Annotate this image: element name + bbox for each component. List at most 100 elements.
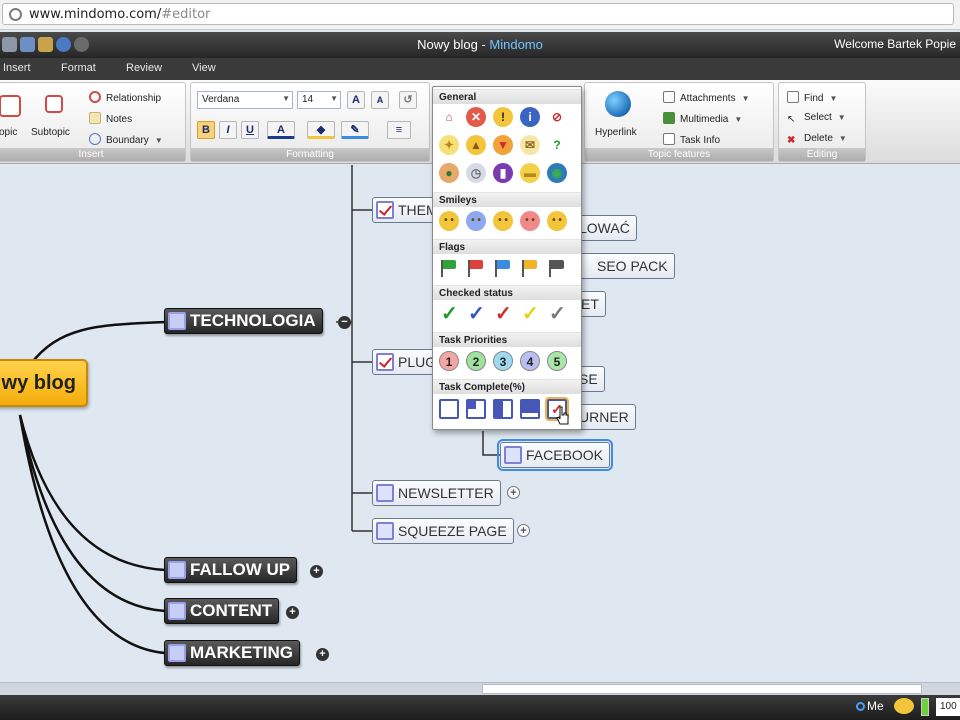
line-color-button[interactable]: ✎	[341, 121, 369, 139]
tab-view[interactable]: View	[192, 62, 216, 74]
expand-toggle[interactable]: +	[316, 648, 329, 661]
expand-toggle[interactable]: +	[286, 606, 299, 619]
fill-color-button[interactable]: ◆	[307, 121, 335, 139]
horizontal-scrollbar[interactable]	[0, 682, 960, 695]
topic-button[interactable]: opic	[0, 127, 17, 138]
font-size-select[interactable]: 14 ▼	[297, 91, 341, 109]
boundary-button[interactable]: Boundary ▼	[89, 133, 163, 146]
priority-5-icon[interactable]: 5	[547, 351, 567, 371]
film-icon	[663, 112, 675, 124]
smiley-icon[interactable]: • •	[466, 211, 486, 231]
home-icon[interactable]: ⌂	[439, 107, 459, 127]
thumbs-down-icon[interactable]: ▼	[493, 135, 513, 155]
thumbs-up-icon[interactable]: ▲	[466, 135, 486, 155]
topic-features-group-label: Topic features	[585, 148, 773, 161]
underline-button[interactable]: U	[241, 121, 259, 139]
stop-icon[interactable]: ✕	[466, 107, 486, 127]
url-text: www.mindomo.com/#editor	[29, 7, 211, 22]
shrink-font-button[interactable]: A	[371, 91, 389, 109]
question-icon[interactable]: ?	[547, 135, 567, 155]
topic-fallow-up[interactable]: FALLOW UP	[164, 557, 298, 583]
multimedia-button[interactable]: Multimedia ▼	[663, 112, 742, 125]
checkmark-icon[interactable]: ✓	[522, 304, 539, 324]
tab-format[interactable]: Format	[61, 62, 96, 74]
relationship-button[interactable]: Relationship	[89, 91, 161, 104]
hand-cursor-icon	[556, 406, 569, 425]
task-info-button[interactable]: Task Info	[663, 133, 720, 146]
flag-icon[interactable]	[439, 259, 457, 277]
smiley-icon[interactable]: • •	[439, 211, 459, 231]
delete-button[interactable]: ✖ Delete ▼	[787, 133, 847, 147]
warning-icon[interactable]: !	[493, 107, 513, 127]
priority-2-icon[interactable]: 2	[466, 351, 486, 371]
notes-icon	[89, 112, 101, 124]
expand-toggle[interactable]: +	[507, 486, 520, 499]
expand-toggle[interactable]: +	[517, 524, 530, 537]
italic-button[interactable]: I	[219, 121, 237, 139]
align-button[interactable]: ≡	[387, 121, 411, 139]
subtopic-button[interactable]: Subtopic	[31, 127, 70, 138]
checkmark-icon[interactable]: ✓	[468, 304, 485, 324]
topic-marketing[interactable]: MARKETING	[164, 640, 300, 666]
priority-3-icon[interactable]: 3	[493, 351, 513, 371]
editing-group-label: Editing	[779, 148, 865, 161]
topic-squeeze-page[interactable]: SQUEEZE PAGE	[372, 518, 514, 544]
smiley-icon[interactable]: • •	[547, 211, 567, 231]
topic-content[interactable]: CONTENT	[164, 598, 280, 624]
topic-icon	[0, 95, 21, 117]
info-icon[interactable]: i	[520, 107, 540, 127]
smiley-icon[interactable]: • •	[520, 211, 540, 231]
font-family-select[interactable]: Verdana ▼	[197, 91, 293, 109]
globe-icon[interactable]: ◉	[547, 163, 567, 183]
select-button[interactable]: ↖ Select ▼	[787, 112, 846, 126]
scrollbar-thumb[interactable]	[482, 684, 922, 694]
checkmark-icon[interactable]: ✓	[495, 304, 512, 324]
book-icon[interactable]: ▬	[520, 163, 540, 183]
hyperlink-button[interactable]: Hyperlink	[595, 127, 637, 138]
cursor-icon: ↖	[787, 114, 796, 125]
tab-review[interactable]: Review	[126, 62, 162, 74]
checkmark-icon[interactable]: ✓	[441, 304, 458, 324]
flag-icon[interactable]	[466, 259, 484, 277]
paint-bucket-icon: ◆	[316, 124, 326, 136]
chat-icon[interactable]	[894, 698, 914, 714]
priority-4-icon[interactable]: 4	[520, 351, 540, 371]
mail-icon[interactable]: ✉	[520, 135, 540, 155]
forbidden-icon[interactable]: ⊘	[547, 107, 567, 127]
task-complete-icon[interactable]	[466, 399, 486, 419]
flag-icon[interactable]	[520, 259, 538, 277]
clock-icon[interactable]: ◷	[466, 163, 486, 183]
hyperlink-globe-icon	[605, 91, 631, 117]
task-complete-icon[interactable]	[493, 399, 513, 419]
clear-format-button[interactable]: ↺	[399, 91, 417, 109]
zoom-level[interactable]: 100	[936, 698, 960, 716]
topic-facebook[interactable]: FACEBOOK	[496, 439, 614, 471]
notes-button[interactable]: Notes	[89, 112, 132, 125]
priority-1-icon[interactable]: 1	[439, 351, 459, 371]
flag-icon[interactable]	[493, 259, 511, 277]
grow-font-button[interactable]: A	[347, 91, 365, 109]
task-complete-icon[interactable]	[439, 399, 459, 419]
checkmark-icon[interactable]: ✓	[549, 304, 566, 324]
bold-button[interactable]: B	[197, 121, 215, 139]
general-section-title: General	[433, 89, 581, 104]
expand-toggle[interactable]: +	[310, 565, 323, 578]
task-icon	[168, 561, 186, 579]
attachments-button[interactable]: Attachments ▼	[663, 91, 750, 104]
central-topic[interactable]: wy blog	[0, 359, 88, 407]
presence-me[interactable]: Me	[856, 699, 884, 713]
person-icon[interactable]: ●	[439, 163, 459, 183]
tab-insert[interactable]: Insert	[3, 62, 31, 74]
smiley-icon[interactable]: • •	[493, 211, 513, 231]
task-icon	[504, 446, 522, 464]
topic-technologia[interactable]: TECHNOLOGIA	[164, 308, 323, 334]
find-button[interactable]: Find ▼	[787, 91, 837, 104]
task-complete-icon[interactable]	[520, 399, 540, 419]
collapse-toggle[interactable]: −	[338, 316, 351, 329]
flag-icon[interactable]	[547, 259, 565, 277]
address-field[interactable]: www.mindomo.com/#editor	[2, 3, 954, 25]
font-color-button[interactable]: A	[267, 121, 295, 139]
phone-icon[interactable]: ▮	[493, 163, 513, 183]
bulb-icon[interactable]: ✦	[439, 135, 459, 155]
topic-newsletter[interactable]: NEWSLETTER	[372, 480, 501, 506]
